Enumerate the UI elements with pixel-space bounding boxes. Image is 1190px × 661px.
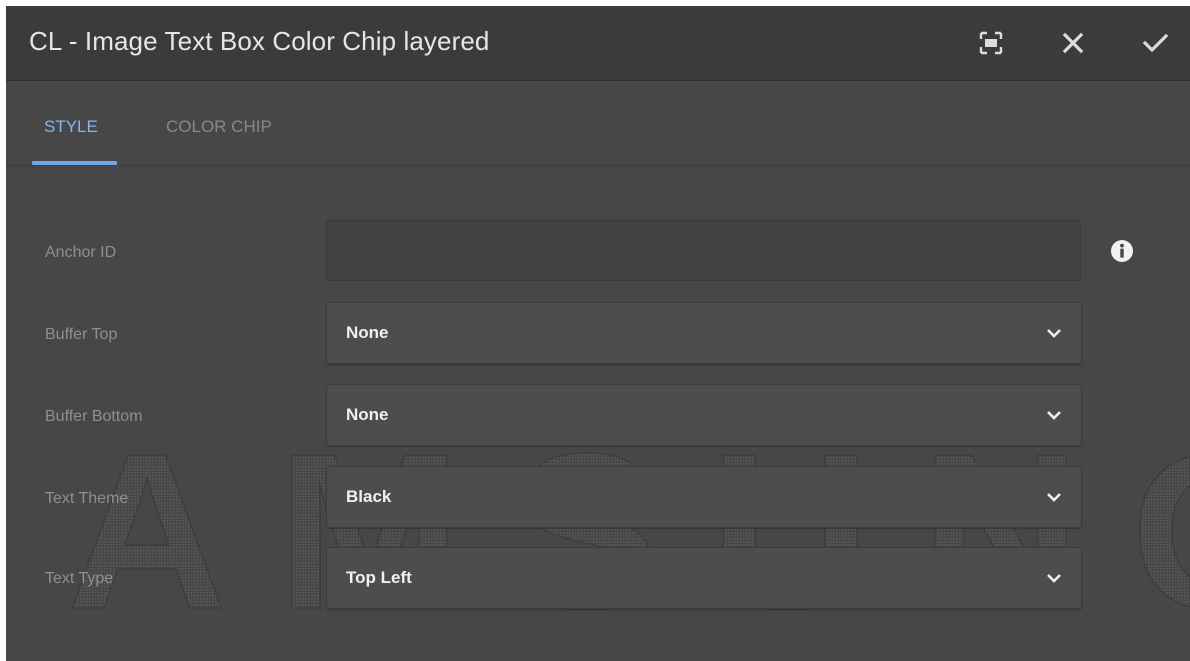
buffer-bottom-label: Buffer Bottom xyxy=(45,408,143,425)
text-type-select[interactable]: Top Left xyxy=(326,547,1082,609)
tab-style[interactable]: STYLE xyxy=(44,117,98,137)
dialog: SAMSUNG CL - Image Text Box Color Chip l… xyxy=(6,6,1190,661)
chevron-down-icon xyxy=(1047,411,1061,420)
text-type-label: Text Type xyxy=(45,570,114,587)
anchor-id-input[interactable] xyxy=(326,220,1081,281)
text-theme-value: Black xyxy=(346,487,392,506)
chevron-down-icon xyxy=(1047,329,1061,338)
buffer-bottom-value: None xyxy=(346,405,389,424)
buffer-bottom-select[interactable]: None xyxy=(326,384,1082,446)
buffer-top-label: Buffer Top xyxy=(45,326,118,343)
tab-bar: STYLE COLOR CHIP xyxy=(6,81,1190,166)
text-theme-select[interactable]: Black xyxy=(326,466,1082,528)
info-icon[interactable] xyxy=(1109,238,1135,264)
dialog-titlebar: CL - Image Text Box Color Chip layered xyxy=(6,6,1190,81)
text-theme-label: Text Theme xyxy=(45,490,129,507)
dialog-title: CL - Image Text Box Color Chip layered xyxy=(29,26,490,56)
checkmark-icon[interactable] xyxy=(1140,28,1170,58)
close-icon[interactable] xyxy=(1058,28,1088,58)
buffer-top-select[interactable]: None xyxy=(326,302,1082,364)
active-tab-indicator xyxy=(32,161,117,165)
chevron-down-icon xyxy=(1047,493,1061,502)
tab-color-chip[interactable]: COLOR CHIP xyxy=(166,117,272,137)
anchor-id-label: Anchor ID xyxy=(45,244,117,261)
chevron-down-icon xyxy=(1047,574,1061,583)
fullscreen-icon[interactable] xyxy=(976,28,1006,58)
text-type-value: Top Left xyxy=(346,568,412,587)
buffer-top-value: None xyxy=(346,323,389,342)
